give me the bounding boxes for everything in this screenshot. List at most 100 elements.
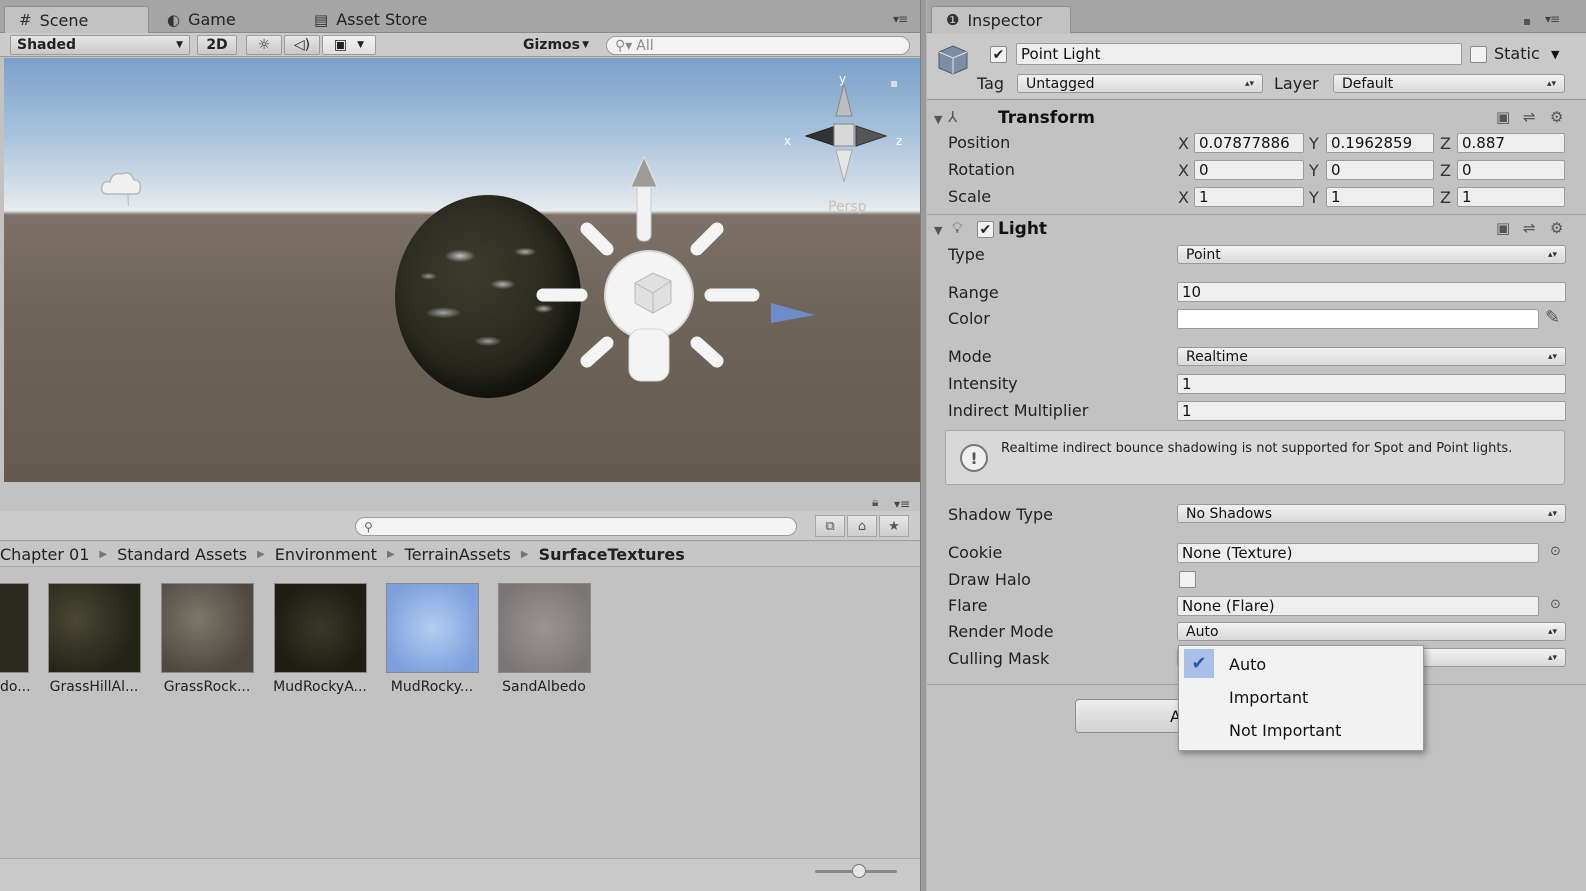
light-bulb-icon: 💡︎ (952, 219, 963, 237)
scale-z-input[interactable]: 1 (1457, 187, 1565, 207)
panel-splitter[interactable] (920, 0, 927, 891)
tab-inspector[interactable]: ❶ Inspector (931, 6, 1071, 33)
projection-label[interactable]: Persp (828, 199, 867, 215)
flare-object-field[interactable]: None (Flare) (1177, 596, 1539, 616)
favorites-button[interactable]: ★ (879, 515, 909, 537)
object-picker-icon[interactable]: ⊙ (1550, 597, 1561, 612)
foldout-arrow-icon[interactable]: ▼ (934, 113, 942, 126)
scene-search-input[interactable]: ⚲▾ All (606, 36, 910, 55)
asset-thumbnail[interactable] (498, 583, 591, 673)
asset-thumbnail[interactable] (161, 583, 254, 673)
rotation-x-input[interactable]: 0 (1194, 160, 1304, 180)
tab-asset-store[interactable]: ▤ Asset Store (300, 6, 460, 33)
cookie-object-field[interactable]: None (Texture) (1177, 543, 1539, 563)
breadcrumb-item[interactable]: TerrainAssets (405, 545, 511, 564)
popup-option-auto[interactable]: Auto (1179, 648, 1423, 681)
gear-icon[interactable]: ⚙ (1550, 108, 1563, 126)
type-label: Type (948, 245, 985, 264)
asset-thumbnail[interactable] (274, 583, 367, 673)
panel-menu-icon[interactable]: ▾≡ (1545, 12, 1560, 26)
chevron-down-icon: ▼ (582, 40, 589, 50)
speaker-icon: ◁) (293, 37, 311, 53)
help-book-icon[interactable]: ▣ (1496, 108, 1510, 126)
asset-label: GrassRock... (163, 679, 251, 695)
cloud-icon (100, 172, 142, 206)
tab-game[interactable]: ◐ Game (153, 6, 293, 33)
lock-icon[interactable]: ▪ (890, 76, 898, 90)
active-checkbox[interactable]: ✔ (990, 46, 1007, 63)
asset-thumbnail[interactable] (48, 583, 141, 673)
light-enabled-checkbox[interactable]: ✔ (977, 221, 994, 238)
lock-icon[interactable]: ▪ (1523, 14, 1531, 28)
indirect-multiplier-input[interactable]: 1 (1177, 401, 1566, 421)
axis-x-label: X (1178, 188, 1189, 207)
position-label: Position (948, 133, 1011, 152)
project-search-input[interactable]: ⚲ (355, 517, 797, 536)
rotation-y-input[interactable]: 0 (1326, 160, 1434, 180)
mode-label: Mode (948, 347, 992, 366)
point-light-gizmo[interactable] (519, 153, 839, 453)
scale-y-input[interactable]: 1 (1326, 187, 1434, 207)
filter-by-label-button[interactable]: ⌂ (847, 515, 877, 537)
scale-x-input[interactable]: 1 (1194, 187, 1304, 207)
updown-arrow-icon: ▴▾ (1546, 78, 1556, 89)
tab-menu-icon[interactable]: ▾≡ (893, 12, 908, 26)
axis-y-label: Y (1309, 161, 1319, 180)
tab-scene[interactable]: # Scene (4, 6, 149, 33)
type-dropdown[interactable]: Point ▴▾ (1177, 245, 1566, 264)
position-x-input[interactable]: 0.07877886 (1194, 133, 1304, 153)
audio-toggle-button[interactable]: ◁) (284, 35, 320, 55)
position-y-input[interactable]: 0.1962859 (1326, 133, 1434, 153)
popup-option-important[interactable]: Important (1179, 681, 1423, 714)
render-mode-dropdown[interactable]: Auto ▴▾ (1177, 622, 1566, 641)
tab-asset-store-label: Asset Store (336, 10, 428, 29)
preset-sliders-icon[interactable]: ⇌ (1523, 108, 1536, 126)
gear-icon[interactable]: ⚙ (1550, 219, 1563, 237)
lock-icon[interactable]: 🔒︎ (872, 495, 878, 510)
shading-mode-dropdown[interactable]: Shaded ▼ (10, 35, 190, 55)
object-name-input[interactable]: Point Light (1016, 43, 1462, 65)
transform-title[interactable]: Transform (998, 108, 1095, 128)
breadcrumb-item[interactable]: Standard Assets (117, 545, 247, 564)
slider-handle[interactable] (852, 864, 866, 878)
intensity-input[interactable]: 1 (1177, 374, 1566, 394)
mode-dropdown[interactable]: Realtime ▴▾ (1177, 347, 1566, 366)
panel-menu-icon[interactable]: ▾≡ (894, 497, 910, 511)
asset-thumbnail[interactable] (386, 583, 479, 673)
breadcrumb-current[interactable]: SurfaceTextures (539, 545, 685, 564)
foldout-arrow-icon[interactable]: ▼ (934, 224, 942, 237)
filter-by-type-button[interactable]: ⧉ (815, 515, 845, 537)
shadow-type-dropdown[interactable]: No Shadows ▴▾ (1177, 504, 1566, 523)
axis-x-label: X (1178, 161, 1189, 180)
lighting-toggle-button[interactable]: ☼ (246, 35, 282, 55)
info-help-box: ! Realtime indirect bounce shadowing is … (945, 430, 1565, 485)
tag-dropdown[interactable]: Untagged ▴▾ (1017, 74, 1263, 93)
info-exclamation-icon: ! (960, 444, 988, 472)
chevron-down-icon[interactable]: ▼ (1551, 48, 1559, 61)
image-icon: ▣ (333, 37, 348, 53)
draw-halo-checkbox[interactable] (1179, 571, 1196, 588)
breadcrumb-item[interactable]: Chapter 01 (0, 545, 89, 564)
sun-icon: ☼ (257, 37, 271, 53)
toggle-2d-button[interactable]: 2D (197, 35, 237, 55)
preset-sliders-icon[interactable]: ⇌ (1523, 219, 1536, 237)
object-picker-icon[interactable]: ⊙ (1550, 544, 1561, 559)
popup-option-not-important[interactable]: Not Important (1179, 714, 1423, 747)
help-book-icon[interactable]: ▣ (1496, 219, 1510, 237)
position-z-input[interactable]: 0.887 (1457, 133, 1565, 153)
static-checkbox[interactable] (1470, 46, 1487, 63)
range-input[interactable]: 10 (1177, 282, 1566, 302)
rotation-z-input[interactable]: 0 (1457, 160, 1565, 180)
effects-dropdown[interactable]: ▣ ▼ (322, 35, 376, 55)
scene-viewport[interactable]: y x z Persp ▪ (4, 58, 920, 482)
breadcrumb-item[interactable]: Environment (275, 545, 377, 564)
eyedropper-icon[interactable]: ✎ (1545, 307, 1560, 328)
asset-thumbnail[interactable] (0, 583, 29, 673)
transform-axes-icon: ⅄ (948, 108, 958, 126)
color-swatch[interactable] (1177, 309, 1539, 329)
gizmos-dropdown[interactable]: Gizmos ▼ (516, 35, 596, 55)
tab-inspector-label: Inspector (967, 10, 1043, 30)
project-panel-header: 🔒︎ ▾≡ (0, 483, 921, 511)
layer-dropdown[interactable]: Default ▴▾ (1333, 74, 1565, 93)
light-title[interactable]: Light (998, 219, 1047, 239)
